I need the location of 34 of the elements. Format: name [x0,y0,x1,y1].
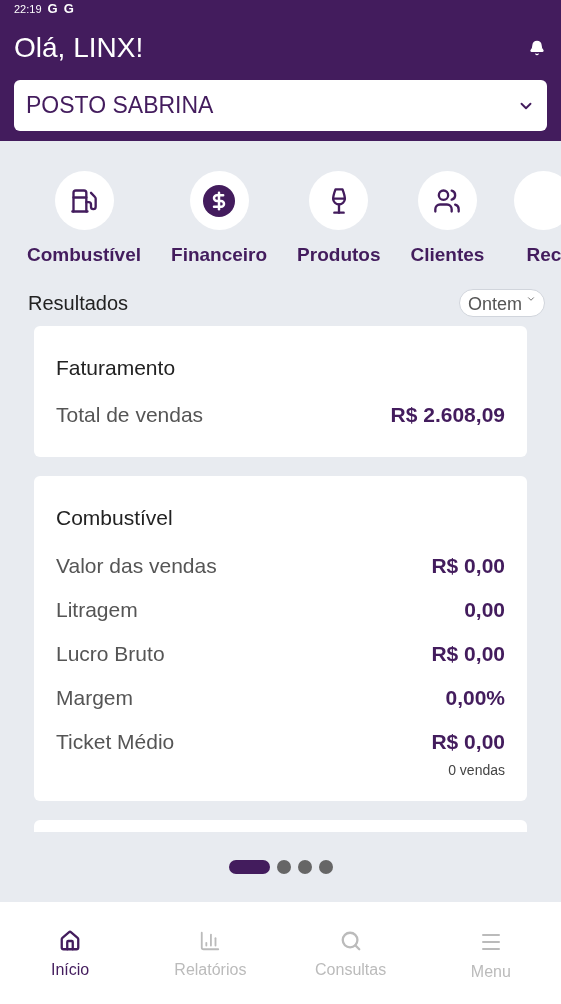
status-time: 22:19 [14,1,42,17]
metric-value: 0,00 [464,596,505,623]
notification-letter: G [63,0,74,19]
card-title: Faturamento [56,354,177,381]
store-select[interactable]: POSTO SABRINA [14,80,547,131]
section-title: Resultados [28,290,129,316]
shortcut-button[interactable]: Combustível [27,171,142,270]
period-select[interactable]: Ontem [458,288,545,317]
metric-value: R$ 0,00 [431,552,505,579]
metric-value: R$ 0,00 [431,640,505,667]
people-icon [433,186,462,215]
dollar-icon [203,184,236,217]
metric-label: Lucro Bruto [56,640,165,667]
card-title: Combustível [56,505,174,531]
bell-icon[interactable] [529,40,545,56]
fuel-pump-icon [70,186,98,215]
sales-count: 0 vendas [448,760,505,780]
metric-label: Margem [56,684,134,711]
greeting: Olá, LINX! [14,31,144,65]
shortcut-button[interactable]: Financeiro [171,171,268,270]
notification-letter: G [47,0,58,19]
metric-value: 0,00% [445,684,505,711]
metric-label: Total de vendas [56,402,204,429]
metric-label: Litragem [56,596,138,623]
metric-value: R$ 2.608,09 [390,402,505,429]
metric-label: Valor das vendas [56,552,217,579]
shortcut-button[interactable]: Produtos [297,171,381,270]
bar-chart-icon [199,930,222,952]
nav-tab[interactable]: Início [0,930,141,982]
shortcut-button[interactable]: Clientes [410,171,485,270]
metric-label: Ticket Médio [56,728,175,755]
home-icon [59,930,82,952]
metric-value: R$ 0,00 [431,728,505,755]
search-icon [339,930,362,952]
